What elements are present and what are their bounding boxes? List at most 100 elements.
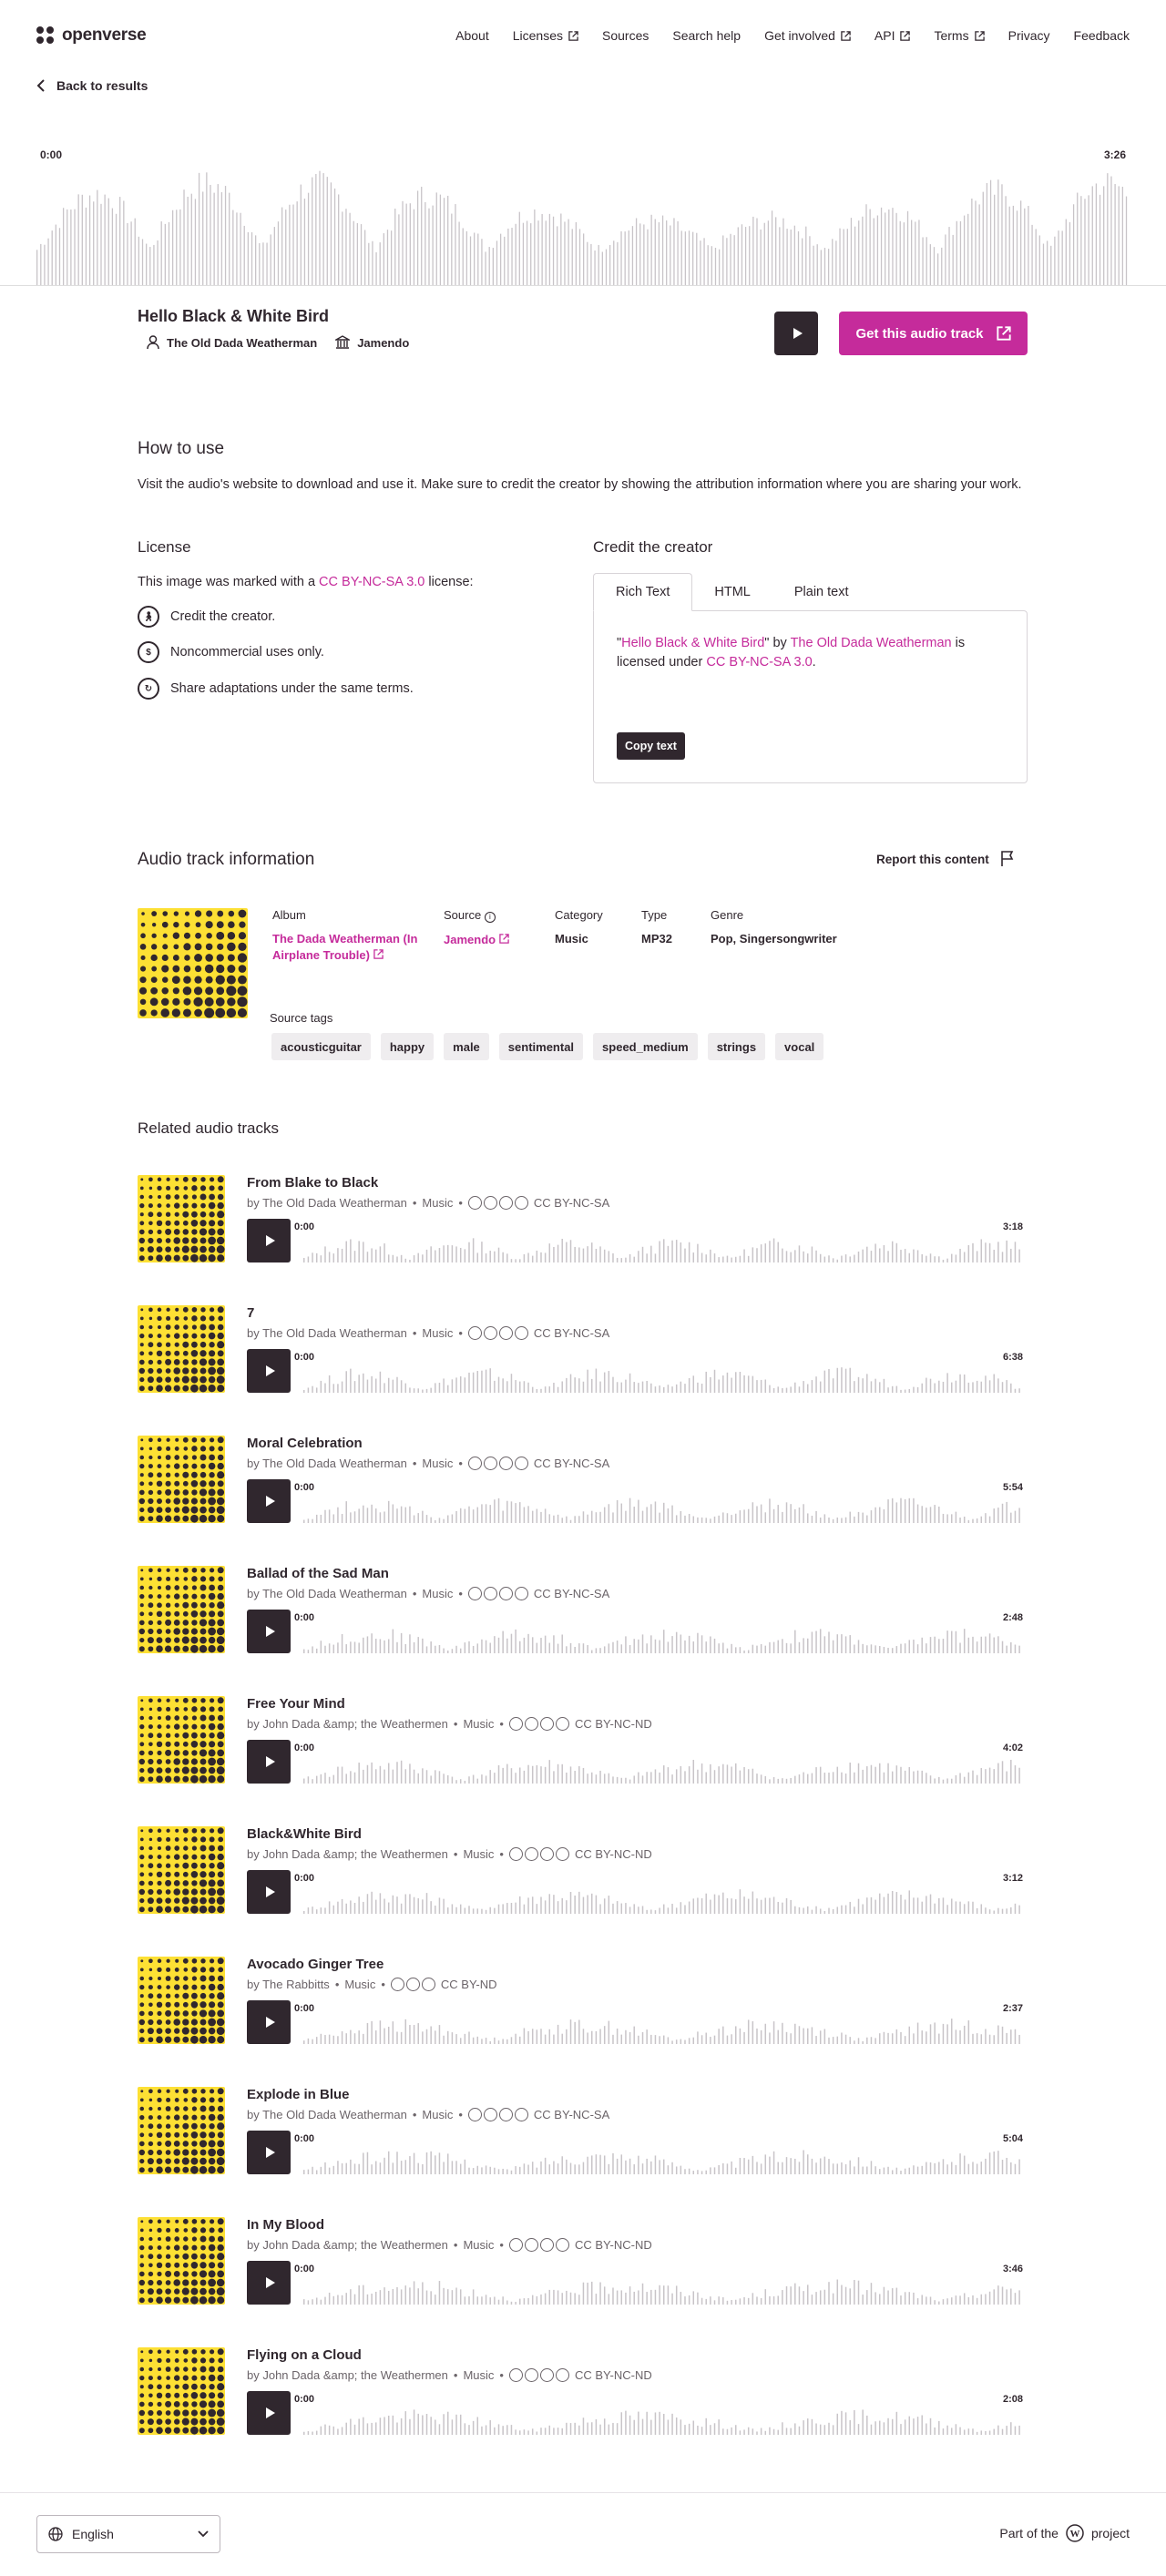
waveform-bar [537,220,539,286]
related-track[interactable]: Explode in Blue by The Old Dada Weatherma… [138,2087,1023,2174]
nav-privacy[interactable]: Privacy [1008,28,1050,43]
attribution-license-link[interactable]: CC BY-NC-SA 3.0 [706,655,812,670]
related-waveform[interactable] [291,1740,1023,1784]
related-title[interactable]: From Blake to Black [247,1175,378,1191]
related-title[interactable]: Avocado Ginger Tree [247,1957,384,1972]
related-waveform[interactable] [291,2131,1023,2174]
related-play-button[interactable] [247,2000,291,2044]
waveform-bar [332,2426,335,2435]
nav-api[interactable]: API [874,28,911,43]
waveform-bar [459,1247,462,1262]
related-track[interactable]: Avocado Ginger Tree by The Rabbitts • Music… [138,1957,1023,2044]
related-track[interactable]: Ballad of the Sad Man by The Old Dada Wea… [138,1566,1023,1653]
related-waveform[interactable] [291,2391,1023,2435]
related-track[interactable]: 7 by The Old Dada Weatherman • Music • CC BY-… [138,1305,1023,1393]
related-play-button[interactable] [247,2131,291,2174]
waveform-bar [854,1381,855,1393]
nav-get-involved[interactable]: Get involved [764,28,851,43]
related-play-button[interactable] [247,1610,291,1653]
play-button[interactable] [774,312,818,355]
related-track[interactable]: From Blake to Black by The Old Dada Weath… [138,1175,1023,1262]
waveform-bar [502,2426,504,2435]
artwork-dot [165,2131,171,2138]
nav-terms[interactable]: Terms [934,28,985,43]
back-to-results-link[interactable]: Back to results [36,78,148,93]
waveform-bar [613,240,615,286]
related-title[interactable]: Black&White Bird [247,1826,362,1842]
waveform-bar [701,2297,703,2305]
nav-about[interactable]: About [455,28,489,43]
tab-html[interactable]: HTML [692,573,772,611]
main-waveform[interactable] [36,146,1130,286]
tag[interactable]: vocal [775,1033,824,1060]
related-title[interactable]: Moral Celebration [247,1436,363,1451]
waveform-bar [671,2040,673,2044]
nav-search-help[interactable]: Search help [672,28,741,43]
related-waveform[interactable] [291,1479,1023,1523]
nav-sources[interactable]: Sources [602,28,649,43]
waveform-bar [379,242,381,286]
tag[interactable]: happy [380,1033,435,1060]
related-play-button[interactable] [247,2261,291,2305]
related-play-button[interactable] [247,1349,291,1393]
artwork-dot [148,1385,154,1392]
related-waveform[interactable] [291,2261,1023,2305]
waveform-bar [916,1644,919,1653]
related-track[interactable]: In My Blood by John Dada &amp; the Weathe… [138,2217,1023,2305]
related-play-button[interactable] [247,1870,291,1914]
source-link[interactable]: Jamendo [444,932,509,948]
track-creator[interactable]: The Old Dada Weatherman [147,335,317,350]
tab-plain-text[interactable]: Plain text [772,573,871,611]
waveform-bar [515,1773,517,1784]
related-title[interactable]: Explode in Blue [247,2087,350,2102]
report-content-button[interactable]: Report this content [876,851,1015,867]
tag[interactable]: male [444,1033,489,1060]
get-audio-button[interactable]: Get this audio track [839,312,1028,355]
artwork-dot [183,1186,189,1191]
related-play-button[interactable] [247,1479,291,1523]
related-play-button[interactable] [247,1219,291,1262]
nav-feedback[interactable]: Feedback [1074,28,1130,43]
openverse-logo[interactable]: openverse [36,26,147,46]
related-waveform[interactable] [291,1870,1023,1914]
waveform-bar [481,239,483,286]
related-waveform[interactable] [291,1219,1023,1262]
tab-rich-text[interactable]: Rich Text [593,573,693,611]
license-link[interactable]: CC BY-NC-SA 3.0 [319,575,424,589]
attribution-creator-link[interactable]: The Old Dada Weatherman [791,636,952,650]
tag[interactable]: acousticguitar [271,1033,371,1060]
related-title[interactable]: Free Your Mind [247,1696,345,1712]
nav-licenses[interactable]: Licenses [513,28,578,43]
related-play-button[interactable] [247,1740,291,1784]
tag[interactable]: speed_medium [593,1033,698,1060]
related-track[interactable]: Flying on a Cloud by John Dada &amp; the … [138,2347,1023,2435]
artwork-dot [166,2245,170,2250]
related-title[interactable]: In My Blood [247,2217,324,2233]
attribution-title-link[interactable]: Hello Black & White Bird [621,636,764,650]
related-waveform[interactable] [291,1349,1023,1393]
track-source[interactable]: Jamendo [335,335,409,350]
related-waveform[interactable] [291,2000,1023,2044]
artwork-dot [148,2409,154,2417]
waveform-bar [409,2287,411,2305]
artwork-dot [148,2037,154,2043]
tag[interactable]: strings [707,1033,766,1060]
album-link[interactable]: The Dada Weatherman (In Airplane Trouble… [272,931,418,964]
info-icon[interactable]: i [484,912,496,923]
related-track[interactable]: Free Your Mind by John Dada &amp; the Wea… [138,1696,1023,1784]
part-of-wordpress[interactable]: Part of the W project [999,2524,1130,2542]
related-play-button[interactable] [247,2391,291,2435]
waveform-bar [903,222,905,286]
related-track[interactable]: Black&White Bird by John Dada &amp; the W… [138,1826,1023,1914]
related-title[interactable]: Flying on a Cloud [247,2347,362,2363]
tag[interactable]: sentimental [498,1033,584,1060]
related-title[interactable]: 7 [247,1305,254,1321]
artwork-dot [216,1506,225,1515]
related-track[interactable]: Moral Celebration by The Old Dada Weather… [138,1436,1023,1523]
copy-text-button[interactable]: Copy text [617,732,685,760]
related-title[interactable]: Ballad of the Sad Man [247,1566,389,1581]
language-select[interactable]: English [36,2515,220,2553]
related-waveform[interactable] [291,1610,1023,1653]
artwork-dot [191,1715,197,1721]
waveform-bar [777,1640,779,1653]
